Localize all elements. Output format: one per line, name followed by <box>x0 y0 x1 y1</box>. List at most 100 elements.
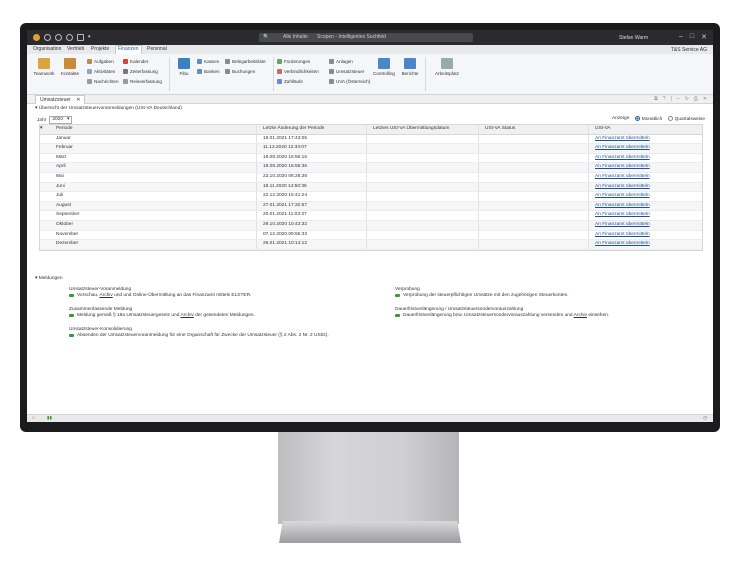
row-indent <box>40 173 48 182</box>
table-row[interactable]: September 20.01.2021 11:03:37 An Finanzamt… <box>40 211 702 221</box>
nachrichten-button[interactable]: Nachrichten <box>87 79 119 84</box>
table-row[interactable]: November 07.12.2020 09:55:33 An Finanzamt … <box>40 230 702 241</box>
submit-link[interactable]: An Finanzamt übermitteln <box>595 155 650 160</box>
zahllaeufe-button[interactable]: Zahlläufe <box>277 79 303 84</box>
aktivitaeten-button[interactable]: Aktivitäten <box>87 69 115 74</box>
zeiterfassung-button[interactable]: Zeiterfassung <box>123 69 158 74</box>
fibu-button[interactable]: Fibu <box>173 58 195 76</box>
submit-link[interactable]: An Finanzamt übermitteln <box>595 203 650 208</box>
copy-icon[interactable]: ⧉ <box>654 96 658 102</box>
dropdown-icon[interactable]: ▾ <box>88 34 95 41</box>
table-row[interactable]: Dezember 26.01.2021 10:14:12 An Finanzamt … <box>40 240 702 250</box>
submit-link[interactable]: An Finanzamt übermitteln <box>595 164 650 169</box>
close-tab-icon[interactable]: ✕ <box>76 97 80 103</box>
table-row[interactable]: Februar 11.12.2020 12:34:07 An Finanzamt ü… <box>40 144 702 154</box>
minus-icon[interactable]: – <box>677 96 680 102</box>
message-verprobung[interactable]: Verprobung Verprobung der steuerpflichti… <box>395 287 695 298</box>
anlagen-button[interactable]: Anlagen <box>329 59 353 64</box>
tab-vertrieb[interactable]: Vertrieb <box>67 46 84 52</box>
buchungen-button[interactable]: Buchungen <box>225 69 255 74</box>
berichte-button[interactable]: Berichte <box>399 58 421 76</box>
radio-quarterly[interactable]: Quartalsweise <box>668 116 705 122</box>
year-select[interactable]: 2020 ▾ <box>49 116 73 124</box>
table-row[interactable]: April 18.08.2020 16:55:36 An Finanzamt übe… <box>40 163 702 173</box>
umsatzsteuer-button[interactable]: Umsatzsteuer <box>329 69 364 74</box>
submit-link[interactable]: An Finanzamt übermitteln <box>595 184 650 189</box>
table-row[interactable]: August 27.01.2021 17:32:57 An Finanzamt üb… <box>40 201 702 212</box>
expand-icon[interactable]: ▾ <box>40 125 48 134</box>
message-desc-text: Absenden der Umsatzsteuervoranmeldung fü… <box>77 333 329 338</box>
submit-link[interactable]: An Finanzamt übermitteln <box>595 232 650 237</box>
minimize-icon[interactable]: – <box>679 33 683 41</box>
umsatzsteuer-label: Umsatzsteuer <box>336 69 365 74</box>
help-icon[interactable]: ? <box>663 96 666 102</box>
activities-icon <box>87 69 92 74</box>
verbindlichkeiten-button[interactable]: Verbindlichkeiten <box>277 69 319 74</box>
message-ustva[interactable]: Umsatzsteuer-Voranmeldung Vorschau, Arch… <box>69 287 369 298</box>
kassen-button[interactable]: Kassen <box>197 59 219 64</box>
message-zusammenfassende-meldung[interactable]: Zusammenfassende Meldung Meldung gemäß §… <box>69 307 369 318</box>
forderungen-button[interactable]: Forderungen <box>277 59 310 64</box>
archiv-link[interactable]: Archiv <box>180 313 193 318</box>
cell-period: Juni <box>56 183 65 189</box>
radio-monthly[interactable]: Monatlich <box>635 116 662 122</box>
column-header-status[interactable]: USt-VA Status <box>478 125 588 134</box>
close-circle-icon[interactable] <box>66 34 73 41</box>
search-box[interactable]: 🔍 Alle Inhalte Scopen - Intelligentes Su… <box>259 33 473 42</box>
app-logo-icon[interactable] <box>33 34 40 41</box>
save-icon[interactable] <box>77 34 84 41</box>
submit-link[interactable]: An Finanzamt übermitteln <box>595 174 650 179</box>
submit-link[interactable]: An Finanzamt übermitteln <box>595 212 650 217</box>
maximize-icon[interactable]: □ <box>690 33 694 41</box>
overview-section-header[interactable]: ▾ Übersicht der Umsatzsteuervoranmeldung… <box>35 106 182 111</box>
controlling-button[interactable]: Controlling <box>373 58 395 76</box>
column-header-letzte-aenderung[interactable]: Letzte Änderung der Periode <box>256 125 366 134</box>
column-header-ustva[interactable]: USt-VA <box>588 125 702 134</box>
table-row[interactable]: Juni 18.11.2020 14:50:36 An Finanzamt über… <box>40 182 702 193</box>
submit-link[interactable]: An Finanzamt übermitteln <box>595 241 650 246</box>
refresh-icon[interactable]: ↻ <box>685 96 689 102</box>
message-dauerfristverlaengerung[interactable]: Dauerfristverlängerung / Umsatzsteuerson… <box>395 307 695 318</box>
search-context[interactable]: Alle Inhalte <box>283 33 308 42</box>
belegarbeitsliste-button[interactable]: Belegarbeitsliste <box>225 59 266 64</box>
notification-icon[interactable]: ☺ <box>31 415 36 420</box>
banken-button[interactable]: Banken <box>197 69 220 74</box>
submit-link[interactable]: An Finanzamt übermitteln <box>595 136 650 141</box>
kontakte-button[interactable]: Kontakte <box>59 58 81 76</box>
submit-link[interactable]: An Finanzamt übermitteln <box>595 222 650 227</box>
table-row[interactable]: Juli 22.12.2020 15:41:24 An Finanzamt über… <box>40 192 702 202</box>
payment-run-icon <box>277 79 282 84</box>
messages-section-header[interactable]: ▾ Meldungen <box>35 276 63 281</box>
tab-umsatzsteuer[interactable]: Umsatzsteuer ✕ <box>35 95 86 104</box>
close-view-icon[interactable]: ✕ <box>703 96 707 102</box>
archiv-link[interactable]: Archiv <box>99 293 112 298</box>
company-selector[interactable]: T&S Service AG <box>671 47 707 53</box>
uva-at-button[interactable]: UVA (Österreich) <box>329 79 370 84</box>
user-menu[interactable]: Stefan Warm <box>619 35 648 41</box>
archiv-link[interactable]: Archiv <box>574 313 587 318</box>
table-row[interactable]: März 18.08.2020 16:55:16 An Finanzamt über… <box>40 153 702 164</box>
aufgaben-button[interactable]: Aufgaben <box>87 59 114 64</box>
search-input[interactable]: Scopen - Intelligentes Suchfeld <box>317 33 386 42</box>
tab-personal[interactable]: Personal <box>147 46 167 52</box>
teamwork-button[interactable]: Teamwork <box>33 58 55 76</box>
tab-organisation[interactable]: Organisation <box>33 46 61 52</box>
column-header-periode[interactable]: Periode <box>48 125 256 134</box>
close-icon[interactable]: ✕ <box>701 33 707 41</box>
tab-finanzen[interactable]: Finanzen <box>115 45 142 54</box>
submit-link[interactable]: An Finanzamt übermitteln <box>595 145 650 150</box>
view-toolbar: ⧉ ? | – ↻ ⎙ ✕ <box>654 96 707 102</box>
table-row[interactable]: Oktober 29.10.2020 10:43:32 An Finanzamt ü… <box>40 220 702 231</box>
tab-projekte[interactable]: Projekte <box>91 46 109 52</box>
table-row[interactable]: Mai 23.10.2020 06:28:38 An Finanzamt überm… <box>40 172 702 183</box>
message-konsolidierung[interactable]: Umsatzsteuer-Konsolidierung Absenden der… <box>69 327 369 338</box>
table-row[interactable]: Januar 19.01.2021 17:43:05 An Finanzamt üb… <box>40 134 702 145</box>
reiseerfassung-button[interactable]: Reiseerfassung <box>123 79 162 84</box>
arbeitsplatz-button[interactable]: Arbeitsplatz <box>429 58 465 76</box>
submit-link[interactable]: An Finanzamt übermitteln <box>595 193 650 198</box>
column-header-uebermittlungsdatum[interactable]: Letztes USt-VA Übermittlungsdatum <box>366 125 478 134</box>
print-icon[interactable]: ⎙ <box>694 96 698 102</box>
kalender-button[interactable]: Kalender <box>123 59 148 64</box>
home-icon[interactable] <box>44 34 51 41</box>
add-icon[interactable] <box>55 34 62 41</box>
